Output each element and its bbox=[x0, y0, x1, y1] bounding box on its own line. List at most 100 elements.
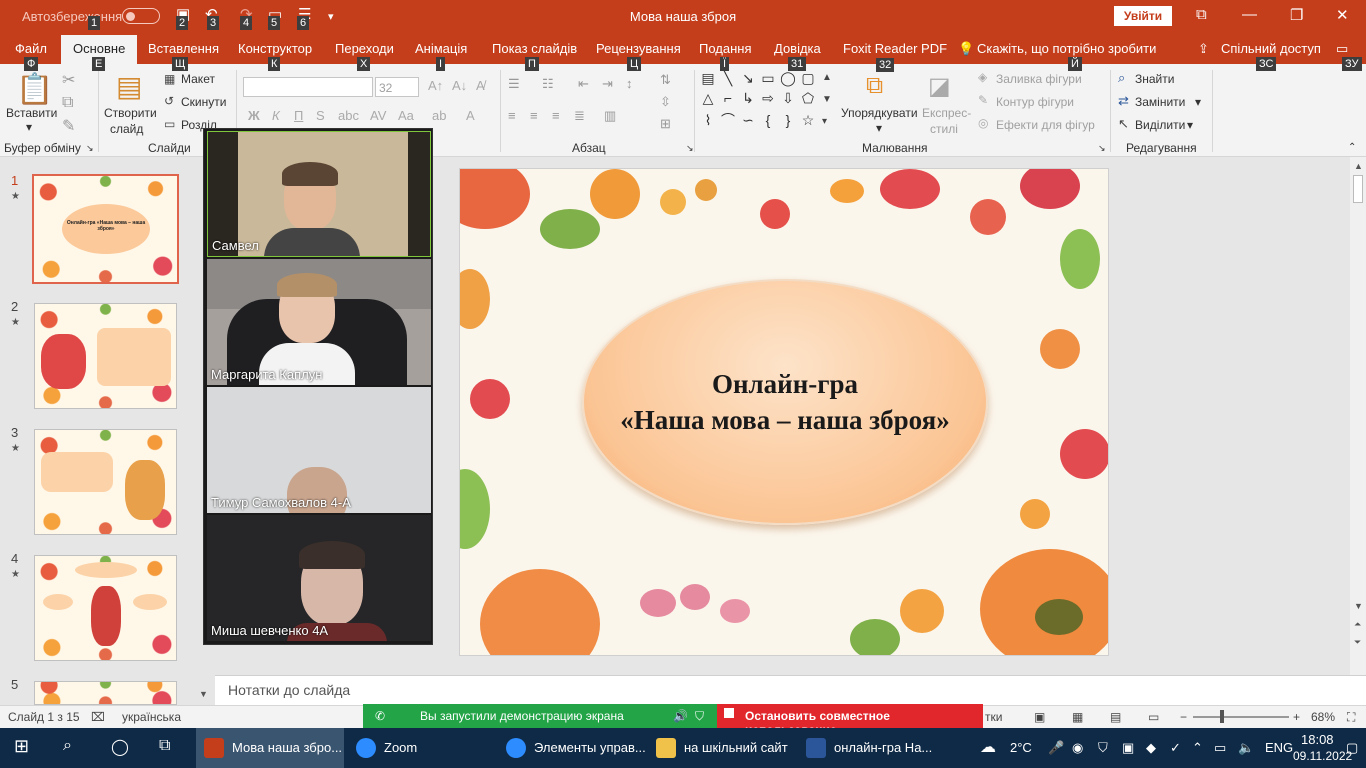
video-tile[interactable]: Самвел bbox=[207, 131, 431, 257]
tab-transitions[interactable]: Переходи bbox=[335, 41, 394, 56]
shadow-icon[interactable]: S bbox=[316, 108, 325, 123]
arrange-icon[interactable]: ⧉ bbox=[866, 72, 883, 100]
notes-pane[interactable]: Нотатки до слайда bbox=[215, 675, 1366, 705]
tab-review[interactable]: Рецензування bbox=[596, 41, 681, 56]
font-color-icon[interactable]: A bbox=[466, 108, 475, 123]
tab-insert[interactable]: Вставлення bbox=[148, 41, 219, 56]
gallery-up-icon[interactable]: ▲ bbox=[822, 72, 832, 83]
taskbar-word[interactable]: онлайн-гра На... bbox=[798, 728, 946, 768]
replace-icon[interactable]: ⇄ bbox=[1118, 93, 1129, 109]
elbow-arrow-icon[interactable]: ↳ bbox=[738, 90, 758, 110]
tell-me-search[interactable]: Скажіть, що потрібно зробити bbox=[977, 41, 1156, 56]
pentagon-icon[interactable]: ⬠ bbox=[798, 90, 818, 110]
ribbon-display-icon[interactable]: ⧉ bbox=[1196, 6, 1207, 23]
decrease-indent-icon[interactable]: ⇤ bbox=[578, 76, 589, 92]
rectangle-icon[interactable]: ▭ bbox=[758, 70, 778, 90]
zoom-slider[interactable] bbox=[1193, 716, 1289, 718]
app-tray-icon[interactable]: ▣ bbox=[1122, 740, 1134, 756]
tell-me-icon[interactable]: 💡 bbox=[958, 41, 974, 57]
align-right-icon[interactable]: ≡ bbox=[552, 108, 560, 123]
align-left-icon[interactable]: ≡ bbox=[508, 108, 516, 123]
weather-icon[interactable]: ☁ bbox=[980, 737, 996, 757]
arc-icon[interactable]: ⌒ bbox=[718, 110, 738, 130]
collapse-ribbon-icon[interactable]: ⌃ bbox=[1348, 142, 1356, 153]
curve-icon[interactable]: ∽ bbox=[738, 112, 758, 132]
zoom-in-icon[interactable]: + bbox=[1293, 710, 1300, 724]
rounded-rect-icon[interactable]: ▢ bbox=[798, 70, 818, 90]
layout-button[interactable]: Макет bbox=[181, 72, 215, 86]
bold-icon[interactable]: Ж bbox=[248, 108, 260, 123]
reading-view-icon[interactable]: ▤ bbox=[1110, 710, 1121, 724]
sign-in-button[interactable]: Увійти bbox=[1114, 6, 1172, 26]
clear-format-icon[interactable]: A̸ bbox=[476, 78, 485, 93]
scroll-down-icon[interactable]: ▼ bbox=[199, 689, 208, 699]
zoom-video-panel[interactable]: Самвел Маргарита Каплун Тимур Самохвалов… bbox=[203, 128, 433, 645]
section-icon[interactable]: ▭ bbox=[164, 117, 175, 131]
shrink-font-icon[interactable]: A↓ bbox=[452, 78, 467, 93]
align-center-icon[interactable]: ≡ bbox=[530, 108, 538, 123]
title-oval[interactable]: Онлайн-гра «Наша мова – наша зброя» bbox=[582, 279, 988, 525]
comments-icon[interactable]: ▭ bbox=[1336, 41, 1348, 57]
slideshow-icon[interactable]: ▭ bbox=[1148, 710, 1159, 724]
numbering-icon[interactable]: ☷ bbox=[542, 76, 554, 92]
language-indicator[interactable]: українська bbox=[122, 710, 181, 724]
restore-icon[interactable]: ❐ bbox=[1290, 6, 1303, 24]
video-tile[interactable]: Миша шевченко 4А bbox=[207, 515, 431, 641]
replace-button[interactable]: Замінити bbox=[1135, 95, 1185, 109]
clock-time[interactable]: 18:08 bbox=[1301, 732, 1334, 747]
gallery-down-icon[interactable]: ▼ bbox=[822, 94, 832, 105]
new-slide-label2[interactable]: слайд bbox=[110, 122, 143, 136]
italic-icon[interactable]: К bbox=[272, 108, 280, 123]
elbow-icon[interactable]: ⌐ bbox=[718, 90, 738, 110]
normal-view-icon[interactable]: ▣ bbox=[1034, 710, 1045, 724]
font-size-combo[interactable]: 32 bbox=[375, 77, 419, 97]
taskbar-zoom-controls[interactable]: Элементы управ... bbox=[498, 728, 646, 768]
close-icon[interactable]: ✕ bbox=[1336, 6, 1349, 24]
scroll-down-icon[interactable]: ▼ bbox=[1354, 601, 1363, 611]
align-text-icon[interactable]: ⇳ bbox=[660, 94, 671, 110]
quick-styles-icon[interactable]: ◪ bbox=[928, 72, 951, 101]
brace-right-icon[interactable]: } bbox=[778, 112, 798, 132]
thumbnail-slide-1[interactable]: Онлайн-гра «Наша мова – наша зброя» bbox=[32, 174, 179, 284]
new-slide-icon[interactable]: ▤ bbox=[116, 70, 142, 103]
shape-fill-icon[interactable]: ◈ bbox=[978, 70, 987, 84]
shape-outline-button[interactable]: Контур фігури bbox=[996, 95, 1074, 109]
copy-icon[interactable]: ⧉ bbox=[62, 94, 73, 112]
notes-placeholder[interactable]: Нотатки до слайда bbox=[228, 682, 350, 698]
zoom-slider-thumb[interactable] bbox=[1220, 710, 1224, 723]
paste-dropdown-icon[interactable]: ▾ bbox=[26, 120, 32, 134]
previous-slide-icon[interactable]: ⏶ bbox=[1354, 619, 1361, 630]
change-case-icon[interactable]: Aa bbox=[398, 108, 414, 123]
arrow-line-icon[interactable]: ↘ bbox=[738, 70, 758, 90]
line-spacing-icon[interactable]: ↕ bbox=[626, 76, 633, 91]
video-tile[interactable]: Маргарита Каплун bbox=[207, 259, 431, 385]
quick-styles-label2[interactable]: стилі bbox=[930, 122, 958, 136]
find-icon[interactable]: ⌕ bbox=[1118, 70, 1125, 86]
increase-indent-icon[interactable]: ⇥ bbox=[602, 76, 613, 92]
shape-effects-button[interactable]: Ефекти для фігур bbox=[996, 118, 1095, 132]
shield-tray-icon[interactable]: ⛉ bbox=[1098, 740, 1108, 756]
task-view-icon[interactable]: ⧉ bbox=[159, 737, 170, 755]
shape-fill-button[interactable]: Заливка фігури bbox=[996, 72, 1082, 86]
strikethrough-icon[interactable]: abc bbox=[338, 108, 359, 123]
shape-effects-icon[interactable]: ◎ bbox=[978, 116, 988, 130]
notifications-icon[interactable]: ▢ bbox=[1346, 740, 1358, 756]
select-button[interactable]: Виділити bbox=[1135, 118, 1185, 132]
tab-design[interactable]: Конструктор bbox=[238, 41, 312, 56]
right-arrow-icon[interactable]: ⇨ bbox=[758, 90, 778, 110]
notes-toggle[interactable]: тки bbox=[985, 710, 1002, 724]
font-name-combo[interactable] bbox=[243, 77, 373, 97]
justify-icon[interactable]: ≣ bbox=[574, 108, 585, 124]
tab-animations[interactable]: Анімація bbox=[415, 41, 467, 56]
cut-icon[interactable]: ✂ bbox=[62, 70, 75, 90]
grow-font-icon[interactable]: A↑ bbox=[428, 78, 443, 93]
show-hidden-icons[interactable]: ⌃ bbox=[1192, 740, 1203, 756]
tab-view[interactable]: Подання bbox=[699, 41, 752, 56]
taskbar-powerpoint[interactable]: Мова наша збро... bbox=[196, 728, 344, 768]
volume-icon[interactable]: 🔈 bbox=[1238, 740, 1254, 756]
zoom-out-icon[interactable]: − bbox=[1180, 710, 1187, 724]
windows-start-icon[interactable]: ⊞ bbox=[14, 736, 29, 757]
zoom-level[interactable]: 68% bbox=[1311, 710, 1335, 724]
reset-button[interactable]: Скинути bbox=[181, 95, 226, 109]
input-language[interactable]: ENG bbox=[1265, 740, 1293, 755]
